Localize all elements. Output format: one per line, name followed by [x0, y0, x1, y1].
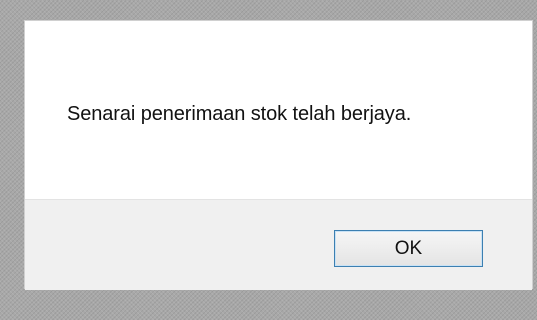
alert-dialog: Senarai penerimaan stok telah berjaya. O…	[24, 20, 533, 290]
dialog-footer: OK	[25, 199, 532, 290]
dialog-content: Senarai penerimaan stok telah berjaya.	[25, 21, 532, 199]
dialog-message: Senarai penerimaan stok telah berjaya.	[67, 103, 412, 125]
ok-button[interactable]: OK	[334, 230, 483, 267]
